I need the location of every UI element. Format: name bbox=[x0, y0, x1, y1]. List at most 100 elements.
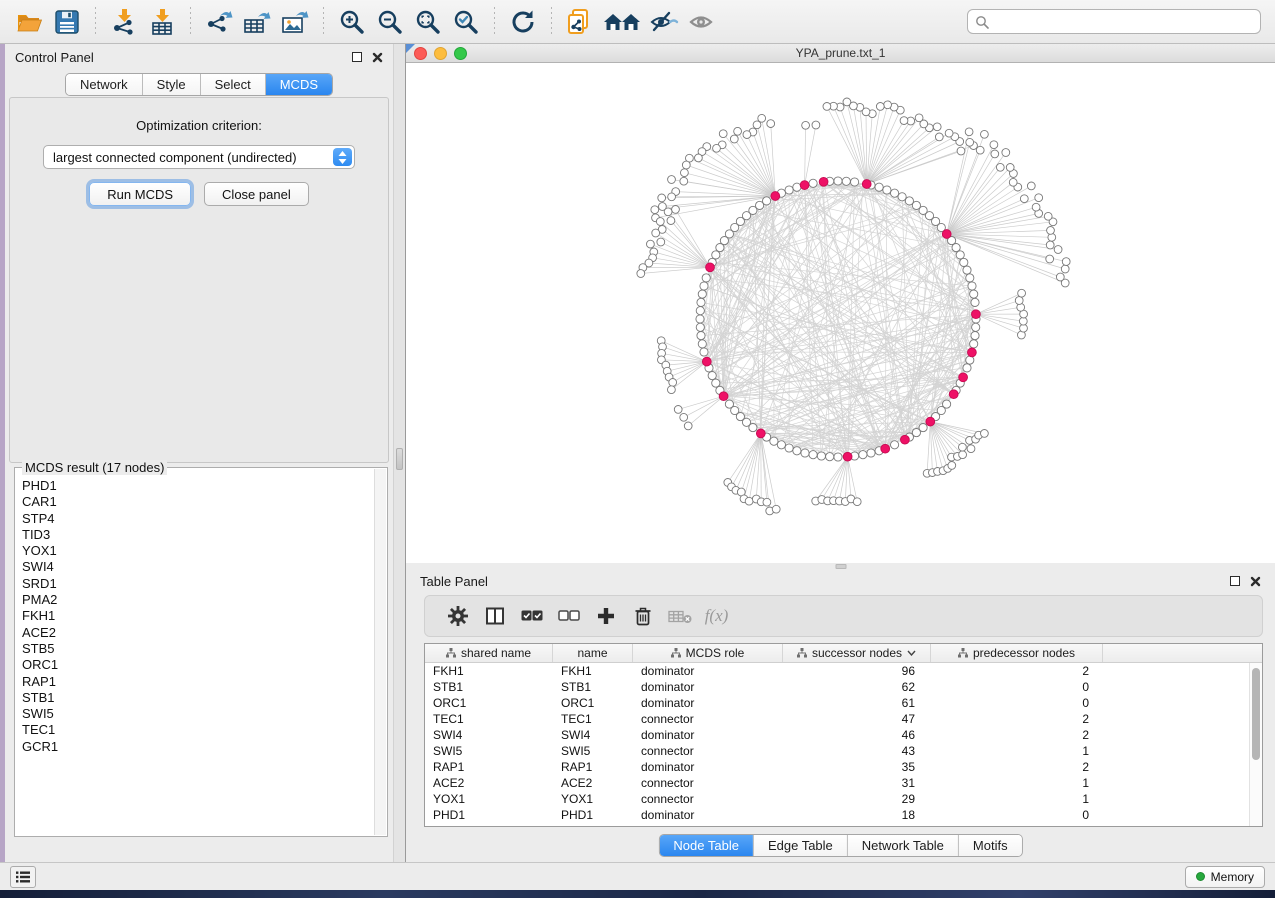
network-node[interactable] bbox=[834, 177, 842, 185]
network-node[interactable] bbox=[935, 133, 943, 141]
import-network-button[interactable] bbox=[105, 5, 143, 39]
network-node[interactable] bbox=[1047, 227, 1055, 235]
network-node[interactable] bbox=[991, 150, 999, 158]
network-node[interactable] bbox=[793, 447, 801, 455]
cell-shared-name[interactable]: TEC1 bbox=[425, 711, 553, 727]
list-item[interactable]: GCR1 bbox=[22, 739, 374, 755]
column-header-predecessor-nodes[interactable]: predecessor nodes bbox=[931, 644, 1103, 662]
network-node[interactable] bbox=[971, 298, 979, 306]
tab-network[interactable]: Network bbox=[66, 74, 142, 95]
delete-table-button[interactable] bbox=[661, 599, 698, 633]
cell-mcds-role[interactable]: dominator bbox=[633, 663, 783, 679]
cell-shared-name[interactable]: SWI5 bbox=[425, 743, 553, 759]
column-header-mcds-role[interactable]: MCDS role bbox=[633, 644, 783, 662]
network-node[interactable] bbox=[970, 290, 978, 298]
cell-name[interactable]: ACE2 bbox=[553, 775, 633, 791]
network-node[interactable] bbox=[851, 178, 859, 186]
dominator-node[interactable] bbox=[756, 429, 765, 438]
network-node[interactable] bbox=[842, 177, 850, 185]
cell-predecessor-nodes[interactable]: 1 bbox=[931, 743, 1103, 759]
network-node[interactable] bbox=[867, 449, 875, 457]
network-node[interactable] bbox=[664, 208, 672, 216]
table-row[interactable]: RAP1RAP1dominator352 bbox=[425, 759, 1262, 775]
tab-mcds[interactable]: MCDS bbox=[265, 74, 332, 95]
network-node[interactable] bbox=[967, 445, 975, 453]
network-node[interactable] bbox=[697, 332, 705, 340]
optimization-criterion-select[interactable]: largest connected component (undirected) bbox=[43, 145, 355, 169]
cell-successor-nodes[interactable]: 29 bbox=[783, 791, 931, 807]
cell-predecessor-nodes[interactable]: 1 bbox=[931, 791, 1103, 807]
cell-predecessor-nodes[interactable]: 2 bbox=[931, 727, 1103, 743]
deselect-all-button[interactable] bbox=[550, 599, 587, 633]
cell-successor-nodes[interactable]: 62 bbox=[783, 679, 931, 695]
cell-mcds-role[interactable]: dominator bbox=[633, 695, 783, 711]
cell-name[interactable]: YOX1 bbox=[553, 791, 633, 807]
network-node[interactable] bbox=[698, 290, 706, 298]
tab-style[interactable]: Style bbox=[142, 74, 200, 95]
network-node[interactable] bbox=[1006, 164, 1014, 172]
network-node[interactable] bbox=[915, 114, 923, 122]
dominator-node[interactable] bbox=[800, 181, 809, 190]
network-node[interactable] bbox=[981, 430, 989, 438]
close-panel-button[interactable]: Close panel bbox=[204, 182, 309, 206]
tab-select[interactable]: Select bbox=[200, 74, 265, 95]
show-graphics-details-button[interactable] bbox=[683, 5, 721, 39]
network-node[interactable] bbox=[826, 453, 834, 461]
network-node[interactable] bbox=[669, 379, 677, 387]
cell-predecessor-nodes[interactable]: 0 bbox=[931, 807, 1103, 823]
table-row[interactable]: YOX1YOX1connector291 bbox=[425, 791, 1262, 807]
network-node[interactable] bbox=[972, 323, 980, 331]
close-panel-icon[interactable] bbox=[372, 52, 383, 63]
network-node[interactable] bbox=[695, 154, 703, 162]
network-node[interactable] bbox=[1046, 255, 1054, 263]
network-node[interactable] bbox=[883, 186, 891, 194]
dominator-node[interactable] bbox=[926, 417, 935, 426]
network-node[interactable] bbox=[770, 437, 778, 445]
network-node[interactable] bbox=[785, 444, 793, 452]
network-node[interactable] bbox=[647, 240, 655, 248]
network-node[interactable] bbox=[696, 323, 704, 331]
table-options-button[interactable] bbox=[439, 599, 476, 633]
network-node[interactable] bbox=[919, 424, 927, 432]
cell-successor-nodes[interactable]: 46 bbox=[783, 727, 931, 743]
list-item[interactable]: ACE2 bbox=[22, 625, 374, 641]
table-row[interactable]: FKH1FKH1dominator962 bbox=[425, 663, 1262, 679]
list-item[interactable]: STB1 bbox=[22, 690, 374, 706]
network-node[interactable] bbox=[668, 176, 676, 184]
cell-name[interactable]: TEC1 bbox=[553, 711, 633, 727]
network-node[interactable] bbox=[702, 274, 710, 282]
search-input[interactable] bbox=[994, 15, 1253, 29]
dominator-node[interactable] bbox=[972, 310, 981, 319]
cell-shared-name[interactable]: FKH1 bbox=[425, 663, 553, 679]
list-item[interactable]: SWI4 bbox=[22, 559, 374, 575]
network-node[interactable] bbox=[1009, 178, 1017, 186]
cell-mcds-role[interactable]: dominator bbox=[633, 807, 783, 823]
list-item[interactable]: RAP1 bbox=[22, 674, 374, 690]
network-node[interactable] bbox=[1044, 212, 1052, 220]
network-node[interactable] bbox=[809, 179, 817, 187]
network-node[interactable] bbox=[812, 121, 820, 129]
list-item[interactable]: PHD1 bbox=[22, 478, 374, 494]
network-node[interactable] bbox=[876, 103, 884, 111]
vertical-splitter[interactable] bbox=[393, 44, 406, 862]
network-node[interactable] bbox=[1061, 265, 1069, 273]
list-item[interactable]: STB5 bbox=[22, 641, 374, 657]
network-node[interactable] bbox=[963, 266, 971, 274]
network-node[interactable] bbox=[716, 244, 724, 252]
cell-shared-name[interactable]: SWI4 bbox=[425, 727, 553, 743]
network-view-canvas[interactable] bbox=[406, 63, 1275, 563]
network-node[interactable] bbox=[966, 274, 974, 282]
tab-edge-table[interactable]: Edge Table bbox=[753, 835, 847, 856]
network-node[interactable] bbox=[637, 270, 645, 278]
table-row[interactable]: TEC1TEC1connector472 bbox=[425, 711, 1262, 727]
cell-name[interactable]: STB1 bbox=[553, 679, 633, 695]
network-node[interactable] bbox=[712, 251, 720, 259]
network-node[interactable] bbox=[1019, 317, 1027, 325]
mcds-result-list[interactable]: PHD1CAR1STP4TID3YOX1SWI4SRD1PMA2FKH1ACE2… bbox=[16, 478, 374, 835]
network-node[interactable] bbox=[898, 193, 906, 201]
cell-predecessor-nodes[interactable]: 2 bbox=[931, 663, 1103, 679]
run-mcds-button[interactable]: Run MCDS bbox=[89, 182, 191, 206]
network-node[interactable] bbox=[1062, 258, 1070, 266]
network-node[interactable] bbox=[772, 505, 780, 513]
network-node[interactable] bbox=[1056, 273, 1064, 281]
